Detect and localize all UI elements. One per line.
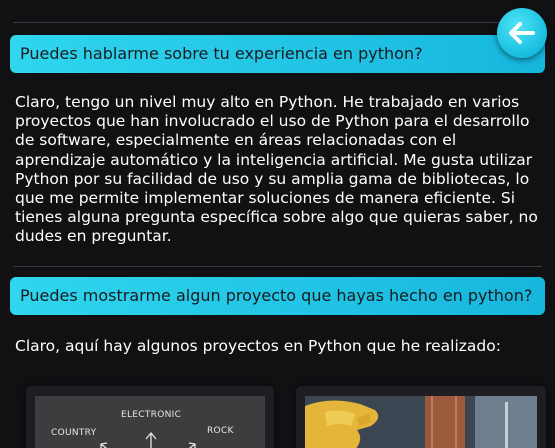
project-image [305, 396, 537, 448]
user-question: Puedes hablarme sobre tu experiencia en … [10, 35, 545, 73]
photo-thumbnail-icon [305, 396, 537, 448]
assistant-answer: Claro, aquí hay algunos proyectos en Pyt… [15, 337, 501, 355]
user-question: Puedes mostrarme algun proyecto que haya… [10, 277, 545, 315]
project-card[interactable]: ELECTRONIC COUNTRY ROCK [26, 386, 274, 448]
back-button[interactable] [497, 8, 547, 58]
arrow-left-icon [509, 22, 535, 44]
chalk-arrows-icon [100, 431, 196, 448]
divider [13, 22, 542, 23]
project-image: ELECTRONIC COUNTRY ROCK [35, 396, 265, 448]
chat-page: Puedes hablarme sobre tu experiencia en … [0, 0, 555, 448]
divider [13, 266, 542, 267]
assistant-answer: Claro, tengo un nivel muy alto en Python… [15, 93, 538, 246]
project-card[interactable] [296, 386, 546, 448]
